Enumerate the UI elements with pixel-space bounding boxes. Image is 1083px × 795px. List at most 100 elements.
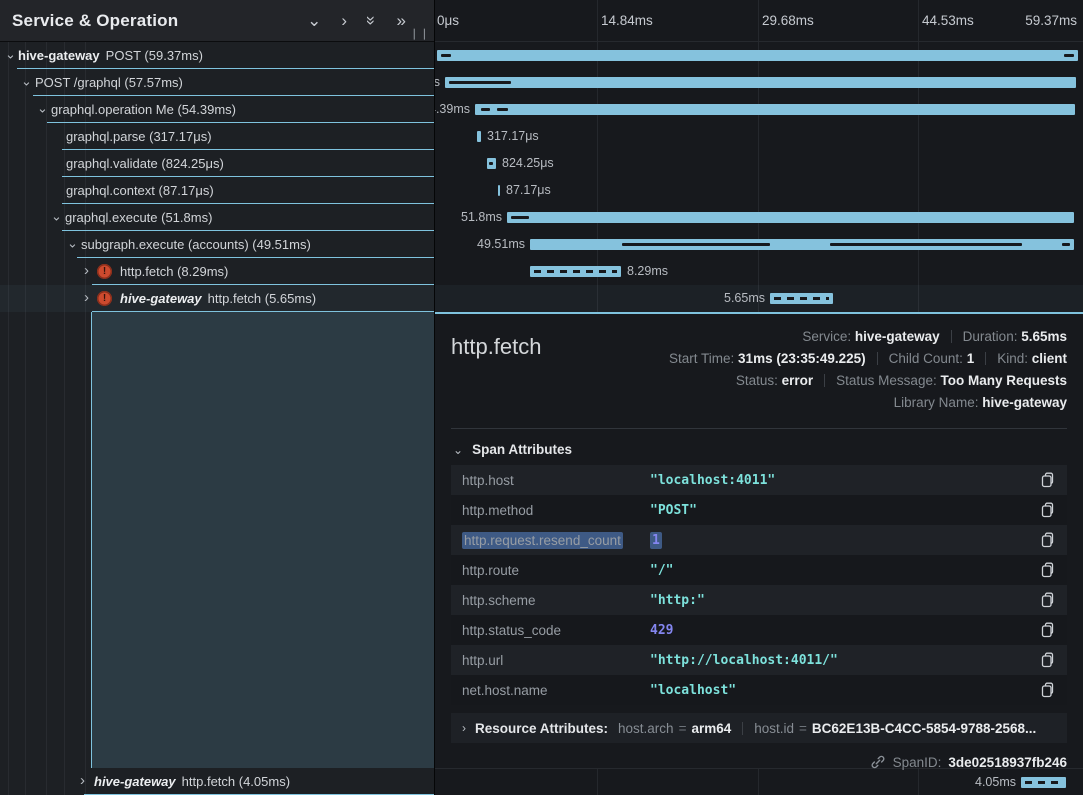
tree-row[interactable]: ⌄graphql.execute (51.8ms)	[0, 204, 434, 231]
timeline-row[interactable]: 87.17μs	[435, 177, 1083, 204]
chevron-down-icon[interactable]: ⌄	[21, 73, 32, 89]
timeline-row[interactable]: 5.65ms	[435, 285, 1083, 312]
tree-row-content: graphql.operation Me (54.39ms)	[51, 96, 236, 123]
collapse-all-icon[interactable]: »	[363, 16, 380, 25]
copy-icon[interactable]	[1038, 621, 1056, 639]
tree-row[interactable]: graphql.context (87.17μs)	[0, 177, 434, 204]
span-label: POST (59.37ms)	[106, 48, 203, 63]
span-bar[interactable]	[487, 158, 496, 169]
attribute-key: http.scheme	[462, 593, 650, 608]
attribute-key-text: http.url	[462, 653, 503, 668]
tree-row[interactable]: ⌄subgraph.execute (accounts) (49.51ms)	[0, 231, 434, 258]
timeline-panel: 0μs14.84ms29.68ms44.53ms59.37ms 57.57ms5…	[435, 0, 1083, 795]
chevron-down-icon[interactable]: ⌄	[5, 46, 16, 62]
collapse-one-icon[interactable]: ⌄	[307, 12, 321, 29]
span-bar[interactable]	[530, 239, 1074, 250]
attribute-value-text: "localhost:4011"	[650, 473, 775, 488]
separator	[877, 352, 878, 365]
chevron-down-icon[interactable]: ⌄	[51, 208, 62, 224]
attribute-key: net.host.name	[462, 683, 650, 698]
child-span-mark	[622, 243, 770, 246]
tree-row-content: hive-gatewayhttp.fetch (4.05ms)	[94, 768, 290, 795]
resource-attributes-row[interactable]: ›Resource Attributes:host.arch=arm64host…	[451, 713, 1067, 743]
duration-label: 8.29ms	[627, 264, 668, 278]
tree-row-content: graphql.context (87.17μs)	[66, 177, 214, 204]
tree-row[interactable]: graphql.parse (317.17μs)	[0, 123, 434, 150]
spanid-row: SpanID: 3de02518937fb246	[451, 754, 1067, 770]
timeline-row[interactable]: 51.8ms	[435, 204, 1083, 231]
tree-row[interactable]: › hive-gatewayhttp.fetch (4.05ms)	[0, 768, 434, 795]
span-bar[interactable]	[437, 50, 1078, 61]
span-tree-panel: Service & Operation ⌄›»» ❘❘ ⌄hive-gatewa…	[0, 0, 435, 795]
timeline-row[interactable]: 8.29ms	[435, 258, 1083, 285]
tree-row[interactable]: ⌄graphql.operation Me (54.39ms)	[0, 96, 434, 123]
span-label: graphql.parse (317.17μs)	[66, 129, 212, 144]
span-label: subgraph.execute (accounts) (49.51ms)	[81, 237, 311, 252]
resource-key: host.arch	[618, 721, 674, 736]
meta-label: Status Message:	[836, 373, 940, 388]
axis-tick: 59.37ms	[1025, 13, 1077, 28]
copy-icon[interactable]	[1038, 531, 1056, 549]
chevron-down-icon[interactable]: ⌄	[37, 100, 48, 116]
selected-span-children-region[interactable]	[91, 312, 434, 768]
copy-icon[interactable]	[1038, 681, 1056, 699]
chevron-down-icon[interactable]: ⌄	[67, 235, 78, 251]
meta-label: Duration:	[963, 329, 1022, 344]
span-bar[interactable]	[445, 77, 1076, 88]
attribute-value: 1	[650, 533, 1038, 548]
tree-header: Service & Operation ⌄ › » »	[0, 0, 434, 42]
tree-row-content: !hive-gatewayhttp.fetch (5.65ms)	[97, 285, 316, 312]
span-bar[interactable]	[507, 212, 1074, 223]
span-label: http.fetch (4.05ms)	[182, 774, 290, 789]
error-icon: !	[97, 291, 112, 306]
copy-icon[interactable]	[1038, 501, 1056, 519]
span-bar[interactable]	[477, 131, 481, 142]
timeline-row[interactable]	[435, 42, 1083, 69]
tree-row[interactable]: › !hive-gatewayhttp.fetch (5.65ms)	[0, 285, 434, 312]
attribute-row: http.url "http://localhost:4011/"	[451, 645, 1067, 675]
span-bar[interactable]	[770, 293, 833, 304]
attribute-value: "localhost:4011"	[650, 473, 1038, 488]
chevron-right-icon[interactable]: ›	[84, 261, 89, 278]
attribute-key: http.route	[462, 563, 650, 578]
attribute-value-text: "/"	[650, 563, 673, 578]
chevron-right-icon[interactable]: ›	[80, 771, 85, 788]
link-icon[interactable]	[870, 754, 886, 770]
meta-value: error	[782, 373, 814, 388]
tree-row[interactable]: ›!http.fetch (8.29ms)	[0, 258, 434, 285]
meta-label: Kind:	[997, 351, 1032, 366]
panel-title: Service & Operation	[12, 11, 307, 31]
timeline-row[interactable]: 824.25μs	[435, 150, 1083, 177]
timeline-row[interactable]: 49.51ms	[435, 231, 1083, 258]
attribute-value: "http://localhost:4011/"	[650, 653, 1038, 668]
expand-one-icon[interactable]: ›	[341, 12, 347, 29]
chevron-right-icon[interactable]: ›	[84, 288, 89, 305]
attribute-value: "/"	[650, 563, 1038, 578]
copy-icon[interactable]	[1038, 561, 1056, 579]
meta-label: Service:	[802, 329, 855, 344]
attribute-key-text: http.host	[462, 473, 514, 488]
expand-all-icon[interactable]: »	[397, 12, 406, 29]
span-label: graphql.context (87.17μs)	[66, 183, 214, 198]
timeline-row[interactable]: 317.17μs	[435, 123, 1083, 150]
separator	[951, 330, 952, 343]
timeline-row[interactable]: 54.39ms	[435, 96, 1083, 123]
span-attributes-header[interactable]: ⌄ Span Attributes	[453, 442, 1067, 457]
span-bar[interactable]	[1021, 777, 1066, 788]
attribute-key-text: http.route	[462, 563, 519, 578]
span-bar[interactable]	[475, 104, 1075, 115]
tree-row[interactable]: graphql.validate (824.25μs)	[0, 150, 434, 177]
tree-row[interactable]: ⌄POST /graphql (57.57ms)	[0, 69, 434, 96]
timeline-row[interactable]: 57.57ms	[435, 69, 1083, 96]
tree-row-content: hive-gatewayPOST (59.37ms)	[18, 42, 203, 69]
copy-icon[interactable]	[1038, 471, 1056, 489]
meta-value: hive-gateway	[982, 395, 1067, 410]
copy-icon[interactable]	[1038, 591, 1056, 609]
span-bar[interactable]	[530, 266, 621, 277]
panel-resize-handle[interactable]: ❘❘	[410, 27, 430, 40]
copy-icon[interactable]	[1038, 651, 1056, 669]
meta-line: Start Time: 31ms (23:35:49.225)Child Cou…	[669, 348, 1067, 370]
span-bar[interactable]	[498, 185, 500, 196]
spanid-value: 3de02518937fb246	[948, 755, 1067, 770]
tree-row[interactable]: ⌄hive-gatewayPOST (59.37ms)	[0, 42, 434, 69]
